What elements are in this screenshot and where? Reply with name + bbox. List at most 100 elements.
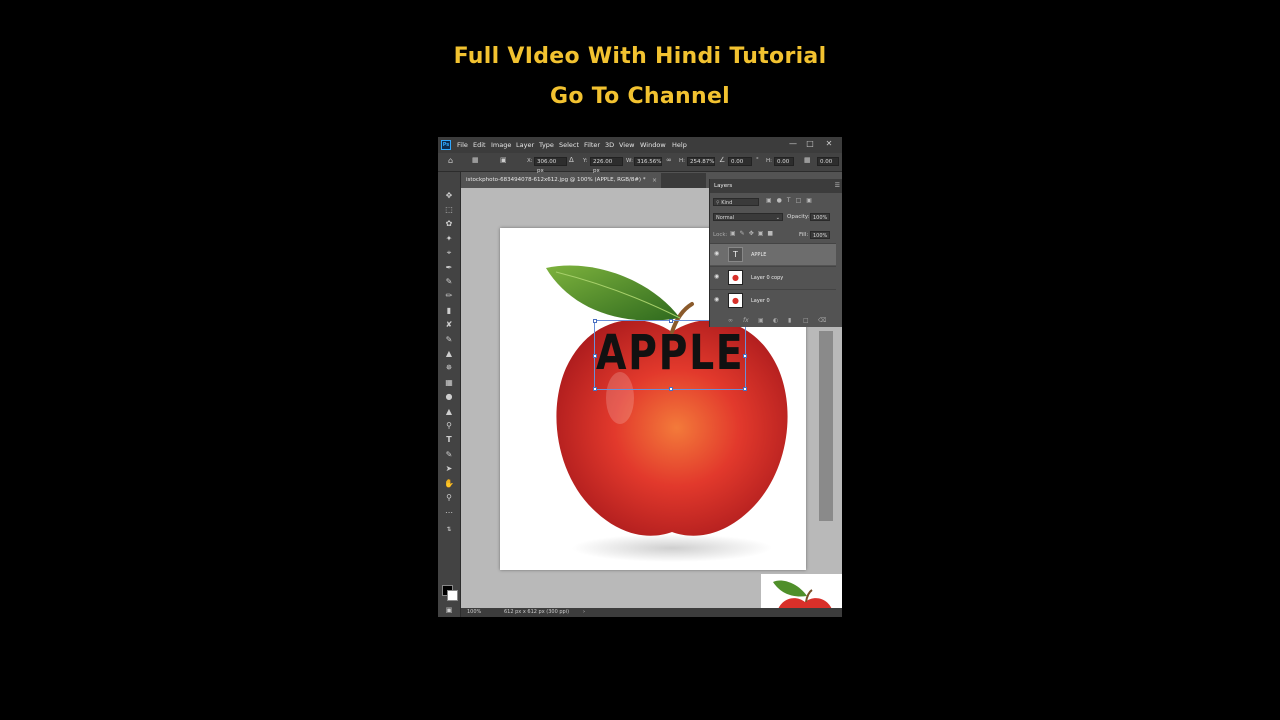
transform-icon[interactable]: ▦ [472,156,479,164]
gradient-icon[interactable]: ▲ [443,348,455,360]
transform-handle[interactable] [593,354,597,358]
status-bar: 100% 612 px x 612 px (300 ppi) › [461,608,842,617]
blur-icon[interactable]: ✵ [443,362,455,374]
transform-handle[interactable] [669,387,673,391]
minimize-icon[interactable]: — [784,137,802,153]
menu-filter[interactable]: Filter [584,137,600,153]
direct-select-icon[interactable]: ➤ [443,463,455,475]
hand-icon[interactable]: ✋ [443,478,455,490]
height-field[interactable]: 254.87% [687,157,715,166]
type-icon[interactable]: ▲ [443,406,455,418]
link-icon[interactable]: ∞ [666,156,672,164]
brush-icon[interactable]: ✏ [443,290,455,302]
zoom-level[interactable]: 100% [467,608,481,617]
quick-mask-icon[interactable]: ▣ [443,604,455,616]
trash-icon[interactable]: ⌫ [818,315,826,327]
menu-3d[interactable]: 3D [605,137,614,153]
layer-row-layer0-copy[interactable]: ◉ ● Layer 0 copy [710,266,836,288]
banner-title: Full VIdeo With Hindi Tutorial [453,44,827,69]
history-brush-icon[interactable]: ✘ [443,319,455,331]
crop-icon[interactable]: ⌖ [443,247,455,259]
transform-handle[interactable] [743,387,747,391]
h-skew-label: H: [766,158,772,164]
visibility-eye-icon[interactable]: ◉ [714,273,722,281]
eyedropper-icon[interactable]: ✒ [443,262,455,274]
menu-edit[interactable]: Edit [473,137,486,153]
warp-icon[interactable]: ▦ [804,156,811,164]
marquee-icon[interactable]: ⬚ [443,204,455,216]
v-skew-field[interactable]: 0.00 [817,157,839,166]
menu-layer[interactable]: Layer [516,137,534,153]
mask-icon[interactable]: ▣ [758,315,764,327]
magic-wand-icon[interactable]: ✦ [443,233,455,245]
more-icon[interactable]: ⋯ [443,507,455,519]
fill-field[interactable]: 100% [810,231,830,239]
filter-type-icons[interactable]: ▣●T□▣ [766,197,817,204]
close-window-icon[interactable]: ✕ [820,137,838,153]
menu-type[interactable]: Type [539,137,554,153]
menu-select[interactable]: Select [559,137,579,153]
document-info: 612 px x 612 px (300 ppi) [504,609,570,615]
fill-label: Fill: [799,232,809,238]
pen-icon[interactable]: ● [443,391,455,403]
document-tab-title: istockphoto-683494078-612x612.jpg @ 100%… [466,177,646,183]
background-color-swatch[interactable] [447,590,458,601]
link-layers-icon[interactable]: ∞ [728,315,733,327]
shape-icon[interactable]: ✎ [443,449,455,461]
transform-handle[interactable] [743,354,747,358]
layer-thumbnail-apple: ● [728,293,743,308]
rotate-icon[interactable]: ∠ [719,156,725,164]
opacity-field[interactable]: 100% [810,213,830,221]
menu-file[interactable]: File [457,137,468,153]
transform-handle[interactable] [669,319,673,323]
reference-point-icon[interactable]: ▣ [500,156,507,164]
home-icon[interactable]: ⌂ [448,156,453,165]
text-tool-icon[interactable]: T [443,434,455,446]
layer-row-layer0[interactable]: ◉ ● Layer 0 [710,289,836,311]
angle-field[interactable]: 0.00 [728,157,752,166]
folder-icon[interactable]: ▮ [788,315,791,327]
tools-panel: ✥ ⬚ ✿ ✦ ⌖ ✒ ✎ ✏ ▮ ✘ ✎ ▲ ✵ ▦ ● ▲ ⚲ T ✎ ➤ … [438,172,461,617]
swap-colors-icon[interactable]: ⇅ [443,524,455,536]
adjustment-icon[interactable]: ◐ [773,315,778,327]
visibility-eye-icon[interactable]: ◉ [714,296,722,304]
panel-menu-icon[interactable]: ☰ [835,182,840,189]
layer-row-apple[interactable]: ◉ T APPLE [710,243,836,265]
width-field[interactable]: 316.56% [634,157,662,166]
dodge-icon[interactable]: ▦ [443,377,455,389]
transform-handle[interactable] [593,387,597,391]
visibility-eye-icon[interactable]: ◉ [714,250,722,258]
lock-icons[interactable]: ▣✎✥▣■ [730,230,777,237]
layer-name: Layer 0 [751,298,770,304]
new-layer-icon[interactable]: □ [803,315,809,327]
menu-view[interactable]: View [619,137,634,153]
menu-help[interactable]: Help [672,137,687,153]
layers-tab[interactable]: Layers [714,179,732,193]
close-tab-icon[interactable]: × [652,173,657,188]
document-tab[interactable]: istockphoto-683494078-612x612.jpg @ 100%… [461,173,661,188]
move-icon[interactable]: ✥ [443,190,455,202]
fx-icon[interactable]: fx [743,315,749,327]
transform-bounding-box[interactable] [593,319,747,391]
layer-filter-kind[interactable]: ⚲ Kind [713,198,759,206]
maximize-icon[interactable]: □ [801,137,819,153]
transform-handle[interactable] [593,319,597,323]
x-field[interactable]: 306.00 px [534,157,567,174]
layer-name: Layer 0 copy [751,275,784,281]
h-skew-field[interactable]: 0.00 [774,157,794,166]
y-field[interactable]: 226.00 px [590,157,623,174]
zoom-icon[interactable]: ⚲ [443,492,455,504]
vertical-scrollbar[interactable] [819,331,833,521]
delta-icon[interactable]: Δ [569,156,574,164]
lasso-icon[interactable]: ✿ [443,218,455,230]
menu-window[interactable]: Window [640,137,666,153]
stamp-icon[interactable]: ▮ [443,305,455,317]
blend-mode-value: Normal [716,215,735,221]
blend-mode-select[interactable]: Normal ⌄ [713,213,783,221]
path-select-icon[interactable]: ⚲ [443,420,455,432]
menu-image[interactable]: Image [491,137,511,153]
healing-icon[interactable]: ✎ [443,276,455,288]
status-arrow-icon[interactable]: › [583,608,585,617]
eraser-icon[interactable]: ✎ [443,334,455,346]
banner-subtitle: Go To Channel [549,84,731,109]
